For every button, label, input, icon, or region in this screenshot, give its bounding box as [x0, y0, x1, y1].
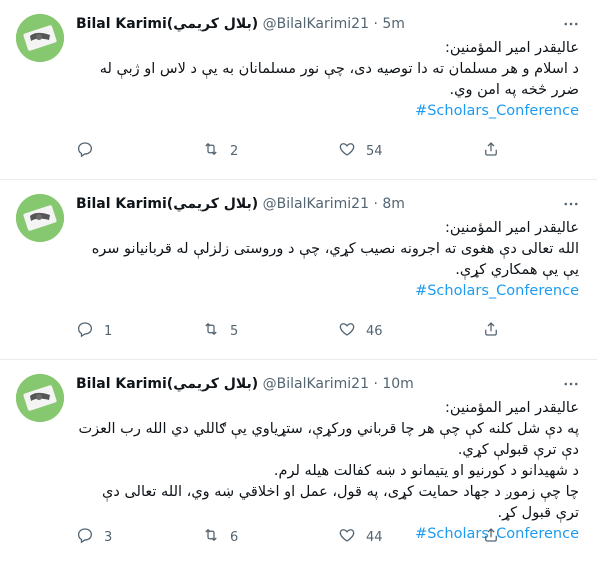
like-button[interactable]: 54 [338, 140, 383, 162]
retweet-icon [202, 526, 220, 548]
tweet[interactable]: Bilal Karimi(بلال کريمي) @BilalKarimi21 … [0, 360, 597, 570]
reply-count: 1 [104, 323, 113, 339]
heart-icon [338, 140, 356, 162]
tweet-time[interactable]: 8m [382, 196, 405, 212]
heart-icon [338, 526, 356, 548]
tweet-text-line: عالیقدر امير المؤمنين: [445, 220, 579, 236]
avatar[interactable] [16, 194, 64, 242]
tweet-text-line: چا چې زموږ د جهاد حمايت کړی، په قول، عمل… [102, 484, 579, 521]
tweet-text-line: په دې شل کلنه کې چې هر چا قرباني ورکړې، … [78, 421, 579, 458]
reply-button[interactable]: 3 [76, 526, 112, 548]
tweet-header: Bilal Karimi(بلال کريمي) @BilalKarimi21 … [76, 374, 581, 394]
author-name[interactable]: Bilal Karimi(بلال کريمي) [76, 196, 258, 212]
hashtag-link[interactable]: #Scholars_Conference [76, 101, 579, 122]
tweet-header: Bilal Karimi(بلال کريمي) @BilalKarimi21 … [76, 194, 581, 214]
separator-dot: · [373, 16, 378, 32]
tweet-text-line: عالیقدر امير المؤمنين: [445, 400, 579, 416]
share-button[interactable] [482, 526, 500, 548]
share-button[interactable] [482, 320, 500, 342]
reply-count: 3 [104, 529, 113, 545]
reply-icon [76, 140, 94, 162]
retweet-icon [202, 320, 220, 342]
author-name[interactable]: Bilal Karimi(بلال کريمي) [76, 16, 258, 32]
tweet-text-line: د اسلام و هر مسلمان ته دا توصيه دی، چې ن… [99, 61, 579, 98]
tweet-actions: 3 6 44 [76, 526, 581, 548]
tweet-actions: 2 54 [76, 140, 581, 162]
more-icon[interactable] [561, 374, 581, 394]
tweet-text-line: د شهیدانو د کورنيو او يتيمانو د ښه کفالت… [273, 463, 579, 479]
separator-dot: · [373, 196, 378, 212]
tweet-text-line: الله تعالی دې هغوی ته اجرونه نصیب کړي، چ… [91, 241, 579, 278]
heart-icon [338, 320, 356, 342]
tweet[interactable]: Bilal Karimi(بلال کريمي) @BilalKarimi21 … [0, 0, 597, 180]
tweet-feed: Bilal Karimi(بلال کريمي) @BilalKarimi21 … [0, 0, 597, 570]
share-button[interactable] [482, 140, 500, 162]
share-icon [482, 320, 500, 342]
more-icon[interactable] [561, 14, 581, 34]
tweet-actions: 1 5 46 [76, 320, 581, 342]
author-handle[interactable]: @BilalKarimi21 [263, 196, 369, 212]
tweet-body: عالیقدر امير المؤمنين: الله تعالی دې هغوی… [76, 218, 579, 302]
tweet-body: عالیقدر امير المؤمنين: د اسلام و هر مسلما… [76, 38, 579, 122]
share-icon [482, 140, 500, 162]
tweet-time[interactable]: 10m [382, 376, 413, 392]
tweet[interactable]: Bilal Karimi(بلال کريمي) @BilalKarimi21 … [0, 180, 597, 360]
like-count: 54 [366, 143, 383, 159]
tweet-text-line: عالیقدر امير المؤمنين: [445, 40, 579, 56]
author-handle[interactable]: @BilalKarimi21 [263, 16, 369, 32]
reply-icon [76, 526, 94, 548]
author-name[interactable]: Bilal Karimi(بلال کريمي) [76, 376, 258, 392]
reply-icon [76, 320, 94, 342]
tweet-header: Bilal Karimi(بلال کريمي) @BilalKarimi21 … [76, 14, 581, 34]
like-button[interactable]: 46 [338, 320, 383, 342]
retweet-count: 5 [230, 323, 239, 339]
retweet-count: 2 [230, 143, 239, 159]
retweet-button[interactable]: 5 [202, 320, 238, 342]
share-icon [482, 526, 500, 548]
like-count: 46 [366, 323, 383, 339]
like-button[interactable]: 44 [338, 526, 383, 548]
separator-dot: · [373, 376, 378, 392]
retweet-button[interactable]: 2 [202, 140, 238, 162]
like-count: 44 [366, 529, 383, 545]
tweet-body: عالیقدر امير المؤمنين: په دې شل کلنه کې چ… [76, 398, 579, 545]
retweet-button[interactable]: 6 [202, 526, 238, 548]
retweet-count: 6 [230, 529, 239, 545]
avatar[interactable] [16, 374, 64, 422]
reply-button[interactable]: 1 [76, 320, 112, 342]
hashtag-link[interactable]: #Scholars_Conference [76, 281, 579, 302]
author-handle[interactable]: @BilalKarimi21 [263, 376, 369, 392]
reply-button[interactable] [76, 140, 104, 162]
tweet-time[interactable]: 5m [382, 16, 405, 32]
retweet-icon [202, 140, 220, 162]
more-icon[interactable] [561, 194, 581, 214]
avatar[interactable] [16, 14, 64, 62]
